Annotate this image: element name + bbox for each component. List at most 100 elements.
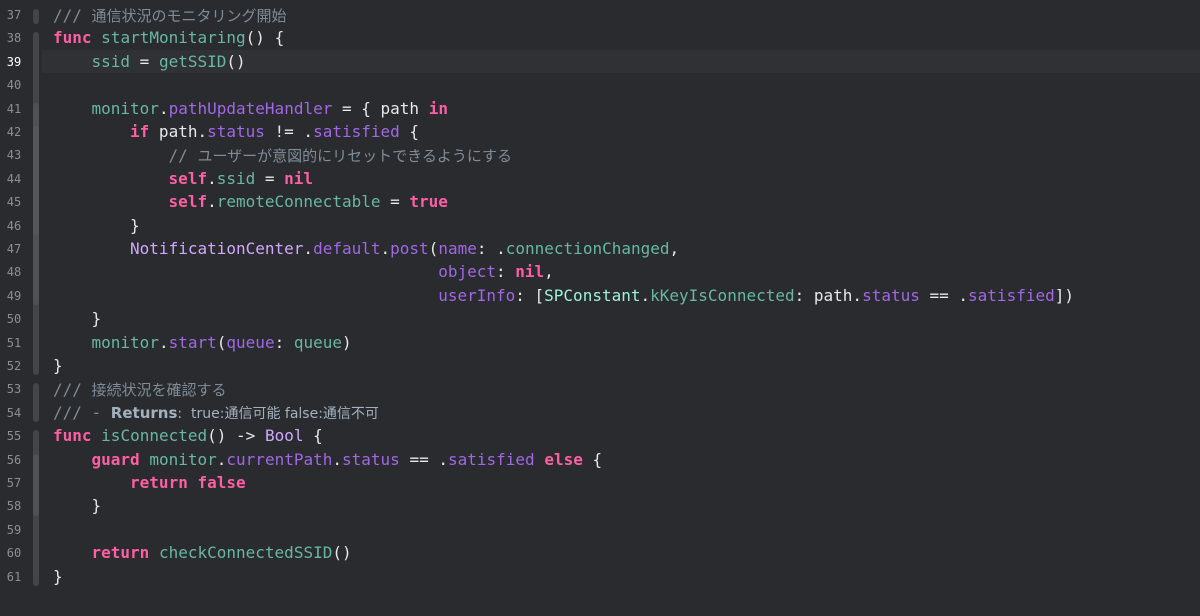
code-line[interactable]: } [53, 567, 63, 586]
code-line[interactable]: return false [130, 473, 246, 492]
code-token: () -> [207, 426, 265, 446]
code-token: getSSID [158, 51, 227, 71]
code-token: func [53, 28, 92, 48]
code-token: . [207, 192, 217, 212]
fold-marker[interactable] [33, 453, 39, 516]
code-line[interactable]: userInfo: [SPConstant.kKeyIsConnected: p… [438, 286, 1074, 305]
code-token: . [158, 98, 169, 118]
code-line[interactable]: /// - Returns: true:通信可能 false:通信不可 [53, 403, 379, 423]
code-line[interactable]: monitor.pathUpdateHandler = { path in [92, 99, 448, 118]
code-token: () [332, 543, 352, 563]
fold-marker[interactable] [33, 126, 39, 235]
fold-marker[interactable] [33, 383, 39, 423]
line-number: 51 [6, 335, 22, 350]
code-line[interactable]: ssid = getSSID() [92, 52, 246, 71]
code-line[interactable]: guard monitor.currentPath.status == .sat… [92, 450, 603, 469]
code-token: monitor [149, 449, 217, 469]
code-token: guard [91, 449, 140, 469]
code-line[interactable]: } [53, 356, 63, 375]
code-line[interactable]: self.remoteConnectable = true [169, 192, 448, 211]
fold-marker[interactable] [33, 9, 39, 25]
code-token: . [158, 332, 169, 352]
code-token: isConnected [101, 426, 208, 446]
line-number: 53 [6, 382, 22, 397]
code-token: } [91, 309, 102, 329]
code-line[interactable]: } [92, 309, 102, 328]
code-token: : [ [515, 285, 545, 305]
line-number: 54 [6, 405, 22, 420]
line-number: 39 [6, 54, 22, 69]
code-token: ( [428, 239, 439, 258]
code-line[interactable]: /// 通信状況のモニタリング開始 [53, 5, 287, 26]
code-token: userInfo [438, 285, 516, 305]
code-token: status [862, 285, 920, 305]
code-token: remoteConnectable [216, 192, 381, 212]
code-token: else [544, 449, 583, 469]
line-number: 45 [6, 195, 22, 210]
code-line[interactable]: } [92, 496, 102, 515]
code-token: ) [342, 332, 352, 352]
code-line[interactable]: // ユーザーが意図的にリセットできるようにする [169, 145, 512, 166]
code-token: { [582, 449, 603, 469]
code-token: kKeyIsConnected [650, 285, 795, 305]
code-token: () { [245, 28, 285, 48]
code-line[interactable]: } [130, 216, 140, 235]
line-number: 61 [6, 569, 22, 584]
code-token: pathUpdateHandler [168, 98, 333, 118]
line-number: 42 [6, 125, 22, 139]
code-line[interactable]: if path.status != .satisfied { [130, 122, 419, 141]
code-token: { [399, 122, 420, 141]
line-number: 44 [6, 171, 22, 186]
code-token: SPConstant [544, 285, 641, 305]
code-token: () [226, 51, 246, 71]
code-line[interactable]: func isConnected() -> Bool { [53, 426, 323, 445]
line-number: 49 [6, 288, 22, 303]
code-token: true [409, 192, 448, 212]
code-line[interactable]: /// 接続状況を確認する [53, 379, 227, 400]
code-token: ユーザーが意図的にリセットできるようにする [197, 147, 513, 166]
line-number: 43 [6, 148, 22, 163]
line-number: 41 [6, 101, 22, 116]
code-token: : true:通信可能 false:通信不可 [177, 405, 379, 422]
code-token: false [197, 473, 246, 492]
line-number: 57 [6, 476, 22, 490]
code-token: NotificationCenter [130, 239, 304, 258]
code-line[interactable]: object: nil, [438, 262, 554, 281]
code-line[interactable]: func startMonitaring() { [53, 28, 284, 47]
code-token: nil [284, 168, 314, 188]
code-token: startMonitaring [101, 28, 246, 48]
code-token: monitor [91, 98, 159, 118]
code-token: = { path [332, 98, 429, 118]
code-editor[interactable] [42, 0, 1200, 616]
code-token: = [255, 168, 285, 188]
code-token: Returns [110, 403, 178, 422]
code-token: object [438, 262, 496, 282]
line-number: 52 [6, 359, 22, 373]
line-number: 38 [6, 31, 22, 46]
code-token: self [168, 192, 208, 212]
code-token: . [332, 449, 343, 469]
code-line[interactable]: self.ssid = nil [169, 169, 314, 188]
code-token: , [669, 239, 680, 258]
code-token: ssid [216, 168, 256, 188]
code-line[interactable]: monitor.start(queue: queue) [92, 333, 352, 352]
code-token: == . [919, 285, 969, 305]
code-token: name [438, 239, 477, 258]
code-token: self [168, 168, 208, 188]
code-token: = [130, 51, 159, 71]
code-token: . [216, 449, 227, 469]
code-token: queue [293, 332, 343, 352]
code-token: : [274, 332, 294, 352]
code-token: checkConnectedSSID [158, 543, 333, 563]
code-token: return [91, 543, 150, 563]
code-line[interactable]: return checkConnectedSSID() [92, 543, 352, 562]
line-number: 55 [6, 429, 22, 444]
line-number: 46 [6, 218, 22, 233]
code-token: } [53, 356, 63, 375]
code-token: , [544, 262, 554, 282]
code-token: . [640, 285, 651, 305]
code-line[interactable]: NotificationCenter.default.post(name: .c… [130, 239, 679, 258]
